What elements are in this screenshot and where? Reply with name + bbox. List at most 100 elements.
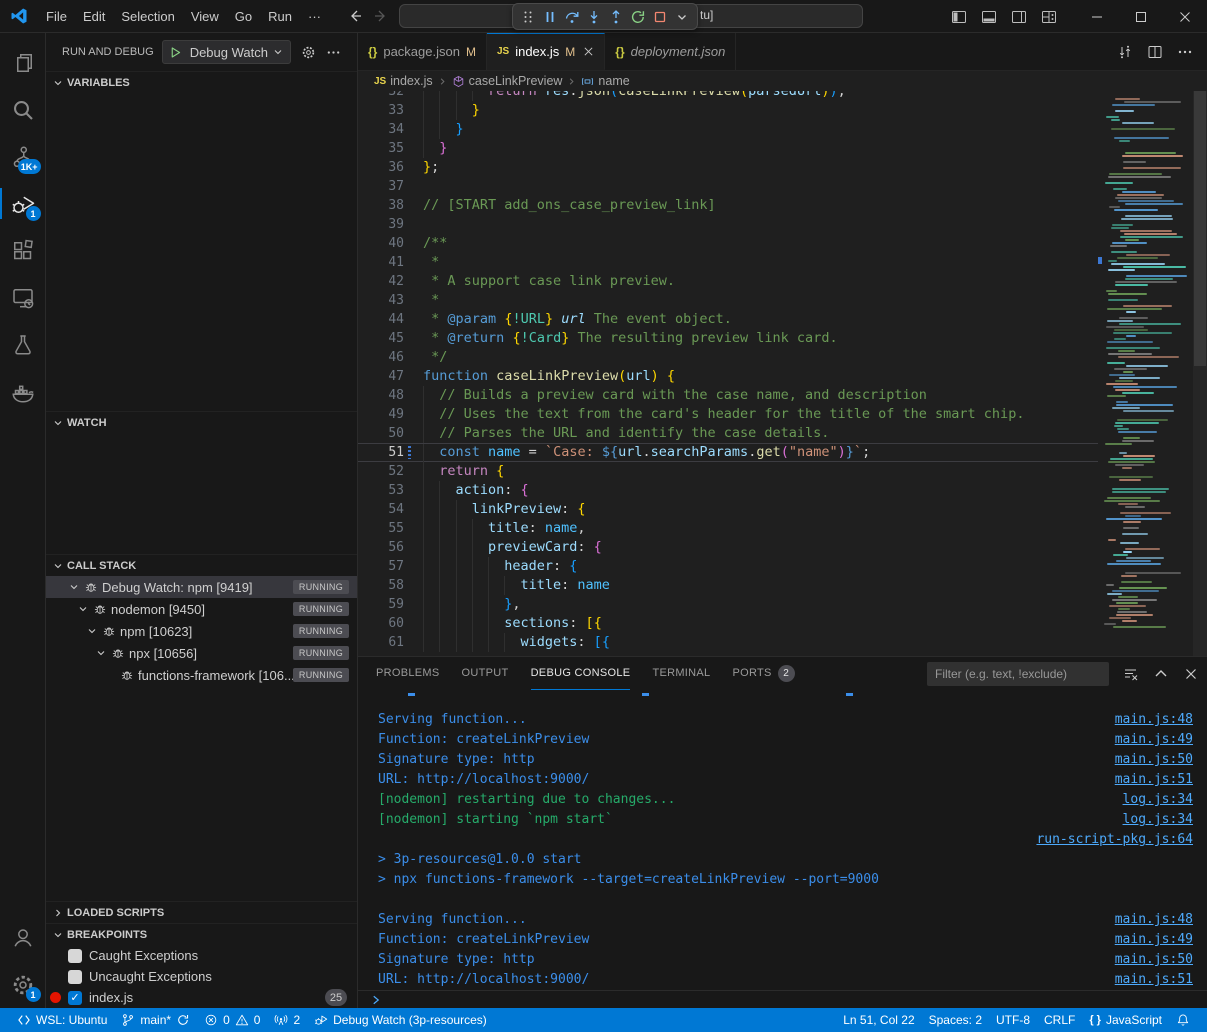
panel-tab-debug-console[interactable]: DEBUG CONSOLE xyxy=(531,657,631,690)
source-link[interactable]: main.js:49 xyxy=(1115,730,1193,750)
code-line-35[interactable]: 35} xyxy=(358,139,1098,158)
line-number[interactable]: 45 xyxy=(358,329,404,348)
code-line-47[interactable]: 47function caseLinkPreview(url) { xyxy=(358,367,1098,386)
line-number[interactable]: 43 xyxy=(358,291,404,310)
maximize-button[interactable] xyxy=(1119,0,1163,33)
breadcrumb-item-name[interactable]: name xyxy=(581,74,629,88)
editor-tab-deployment.json[interactable]: {}deployment.json xyxy=(605,33,736,70)
minimize-button[interactable] xyxy=(1075,0,1119,33)
code-line-57[interactable]: 57header: { xyxy=(358,557,1098,576)
toggle-secondary-sidebar-icon[interactable] xyxy=(1011,9,1027,25)
line-number[interactable]: 32 xyxy=(358,91,404,101)
loaded-scripts-section-header[interactable]: LOADED SCRIPTS xyxy=(46,901,357,923)
activity-run-and-debug-icon[interactable]: 1 xyxy=(0,180,46,227)
debug-settings-gear-icon[interactable] xyxy=(301,45,316,60)
statusbar-debug-status[interactable]: Debug Watch (3p-resources) xyxy=(307,1008,494,1032)
line-number[interactable]: 53 xyxy=(358,481,404,500)
breakpoint-checkbox[interactable]: ✓ xyxy=(68,991,82,1005)
line-number[interactable]: 56 xyxy=(358,538,404,557)
line-number[interactable]: 48 xyxy=(358,386,404,405)
code-line-40[interactable]: 40/** xyxy=(358,234,1098,253)
chevron-down-icon[interactable] xyxy=(68,581,82,593)
statusbar-indentation[interactable]: Spaces: 2 xyxy=(922,1008,989,1032)
code-line-46[interactable]: 46 */ xyxy=(358,348,1098,367)
line-number[interactable]: 57 xyxy=(358,557,404,576)
activity-accounts-icon[interactable] xyxy=(0,914,46,961)
line-number[interactable]: 44 xyxy=(358,310,404,329)
line-number[interactable]: 42 xyxy=(358,272,404,291)
code-line-59[interactable]: 59}, xyxy=(358,595,1098,614)
line-number[interactable]: 40 xyxy=(358,234,404,253)
call-stack-session[interactable]: Debug Watch: npm [9419]RUNNING xyxy=(46,576,357,598)
breakpoint-checkbox[interactable] xyxy=(68,970,82,984)
chevron-down-icon[interactable] xyxy=(77,603,91,615)
source-link[interactable]: main.js:49 xyxy=(1115,930,1193,950)
panel-tab-ports[interactable]: PORTS2 xyxy=(732,657,794,690)
step-out-icon[interactable] xyxy=(605,6,627,28)
statusbar-language-mode[interactable]: { }JavaScript xyxy=(1082,1008,1169,1032)
line-number[interactable]: 33 xyxy=(358,101,404,120)
line-number[interactable]: 34 xyxy=(358,120,404,139)
breadcrumb-item-caseLinkPreview[interactable]: caseLinkPreview xyxy=(452,74,563,88)
drag-grip-icon[interactable] xyxy=(517,6,539,28)
minimap[interactable] xyxy=(1098,91,1193,656)
line-number[interactable]: 59 xyxy=(358,595,404,614)
line-number[interactable]: 46 xyxy=(358,348,404,367)
variables-section-header[interactable]: VARIABLES xyxy=(46,71,357,93)
breadcrumb-item-index.js[interactable]: JSindex.js xyxy=(374,74,433,88)
code-line-51[interactable]: 51const name = `Case: ${url.searchParams… xyxy=(358,443,1098,462)
start-debugging-icon[interactable] xyxy=(163,46,188,59)
line-number[interactable]: 55 xyxy=(358,519,404,538)
history-forward-button[interactable] xyxy=(373,8,389,24)
line-number[interactable]: 58 xyxy=(358,576,404,595)
activity-explorer-icon[interactable] xyxy=(0,39,46,86)
code-line-43[interactable]: 43 * xyxy=(358,291,1098,310)
line-number[interactable]: 36 xyxy=(358,158,404,177)
restart-icon[interactable] xyxy=(627,6,649,28)
code-line-45[interactable]: 45 * @return {!Card} The resulting previ… xyxy=(358,329,1098,348)
statusbar-git-branch-status[interactable]: main* xyxy=(114,1008,197,1032)
breakpoints-section-header[interactable]: BREAKPOINTS xyxy=(46,923,357,945)
code-line-32[interactable]: 32return res.json(caseLinkPreview(parsed… xyxy=(358,91,1098,101)
source-link[interactable]: log.js:34 xyxy=(1123,790,1193,810)
views-more-actions-icon[interactable] xyxy=(326,45,341,60)
breakpoint-checkbox[interactable] xyxy=(68,949,82,963)
launch-config-picker[interactable]: Debug Watch xyxy=(162,40,291,64)
menu-[interactable]: ··· xyxy=(300,6,329,27)
code-line-37[interactable]: 37 xyxy=(358,177,1098,196)
source-link[interactable]: main.js:50 xyxy=(1115,950,1193,970)
line-number[interactable]: 49 xyxy=(358,405,404,424)
line-number[interactable]: 35 xyxy=(358,139,404,158)
console-filter-input[interactable] xyxy=(927,662,1109,686)
breakpoint-row[interactable]: ✓index.js25 xyxy=(46,987,357,1008)
customize-layout-icon[interactable] xyxy=(1041,9,1057,25)
activity-docker-icon[interactable] xyxy=(0,368,46,415)
statusbar-problems-status[interactable]: 00 xyxy=(197,1008,267,1032)
code-line-42[interactable]: 42 * A support case link preview. xyxy=(358,272,1098,291)
line-number[interactable]: 61 xyxy=(358,633,404,652)
menu-run[interactable]: Run xyxy=(260,6,300,27)
source-link[interactable]: main.js:48 xyxy=(1115,910,1193,930)
menu-view[interactable]: View xyxy=(183,6,227,27)
editor-more-actions-icon[interactable] xyxy=(1177,44,1193,60)
code-line-58[interactable]: 58title: name xyxy=(358,576,1098,595)
code-line-50[interactable]: 50// Parses the URL and identify the cas… xyxy=(358,424,1098,443)
statusbar-notifications-bell[interactable] xyxy=(1169,1008,1197,1032)
code-line-60[interactable]: 60sections: [{ xyxy=(358,614,1098,633)
code-line-38[interactable]: 38// [START add_ons_case_preview_link] xyxy=(358,196,1098,215)
toggle-sidebar-icon[interactable] xyxy=(951,9,967,25)
call-stack-session[interactable]: functions-framework [106...RUNNING xyxy=(46,664,357,686)
chevron-down-icon[interactable] xyxy=(86,625,100,637)
editor-tab-package.json[interactable]: {}package.jsonM xyxy=(358,33,487,70)
call-stack-session[interactable]: nodemon [9450]RUNNING xyxy=(46,598,357,620)
code-line-55[interactable]: 55title: name, xyxy=(358,519,1098,538)
clear-console-icon[interactable] xyxy=(1123,666,1139,682)
line-number[interactable]: 54 xyxy=(358,500,404,519)
code-line-53[interactable]: 53action: { xyxy=(358,481,1098,500)
panel-tab-terminal[interactable]: TERMINAL xyxy=(652,657,710,690)
close-panel-icon[interactable] xyxy=(1183,666,1199,682)
debug-console-input[interactable] xyxy=(358,990,1207,1008)
code-line-56[interactable]: 56previewCard: { xyxy=(358,538,1098,557)
editor-tab-index.js[interactable]: JSindex.jsM xyxy=(487,33,605,70)
code-line-34[interactable]: 34} xyxy=(358,120,1098,139)
